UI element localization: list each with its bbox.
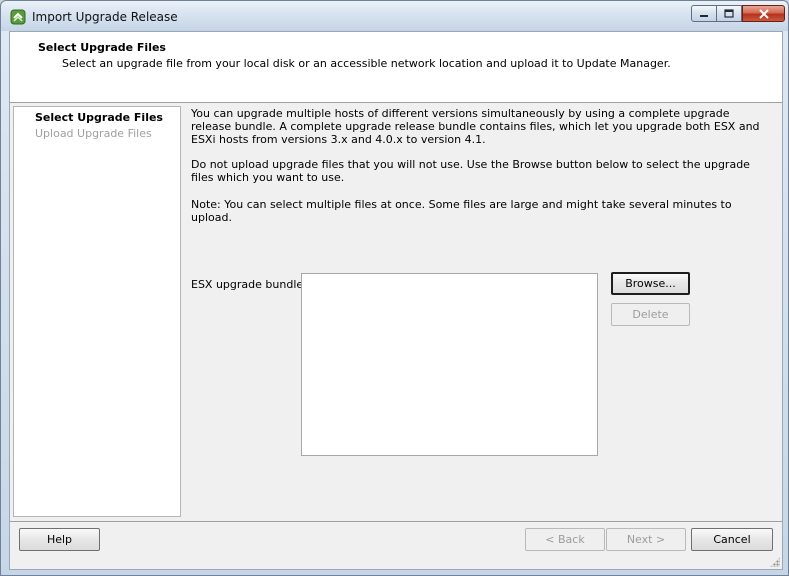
wizard-content: You can upgrade multiple hosts of differ…	[191, 106, 776, 517]
window-title: Import Upgrade Release	[32, 10, 178, 24]
next-button: Next >	[606, 528, 686, 551]
minimize-icon	[700, 14, 708, 17]
step-upload-upgrade-files: Upload Upgrade Files	[35, 127, 152, 140]
footer-divider	[10, 521, 782, 522]
header-subtitle: Select an upgrade file from your local d…	[62, 57, 671, 70]
import-upgrade-release-window: Import Upgrade Release Select Upgrade Fi…	[0, 0, 789, 576]
esx-upgrade-bundles-list[interactable]	[301, 273, 598, 456]
wizard-header: Select Upgrade Files Select an upgrade f…	[10, 32, 782, 103]
minimize-button[interactable]	[691, 5, 717, 22]
cancel-button[interactable]: Cancel	[691, 528, 773, 551]
maximize-button[interactable]	[716, 5, 742, 22]
maximize-icon	[724, 9, 734, 18]
close-icon	[758, 8, 769, 19]
close-button[interactable]	[742, 5, 785, 22]
vsphere-app-icon	[10, 9, 26, 25]
help-button[interactable]: Help	[19, 528, 100, 551]
browse-button[interactable]: Browse...	[611, 272, 690, 295]
esx-upgrade-bundles-label: ESX upgrade bundles:	[191, 278, 313, 291]
intro-paragraph: You can upgrade multiple hosts of differ…	[191, 107, 760, 146]
usage-paragraph: Do not upload upgrade files that you wil…	[191, 158, 750, 184]
note-paragraph: Note: You can select multiple files at o…	[191, 198, 732, 224]
resize-grip[interactable]	[770, 557, 780, 567]
title-bar[interactable]: Import Upgrade Release	[1, 1, 788, 31]
delete-button: Delete	[611, 303, 690, 326]
back-button: < Back	[525, 528, 605, 551]
header-title: Select Upgrade Files	[38, 41, 166, 54]
wizard-steps-panel: Select Upgrade Files Upload Upgrade File…	[13, 106, 181, 517]
step-select-upgrade-files[interactable]: Select Upgrade Files	[35, 111, 163, 124]
dialog-client-area: Select Upgrade Files Select an upgrade f…	[9, 31, 783, 570]
